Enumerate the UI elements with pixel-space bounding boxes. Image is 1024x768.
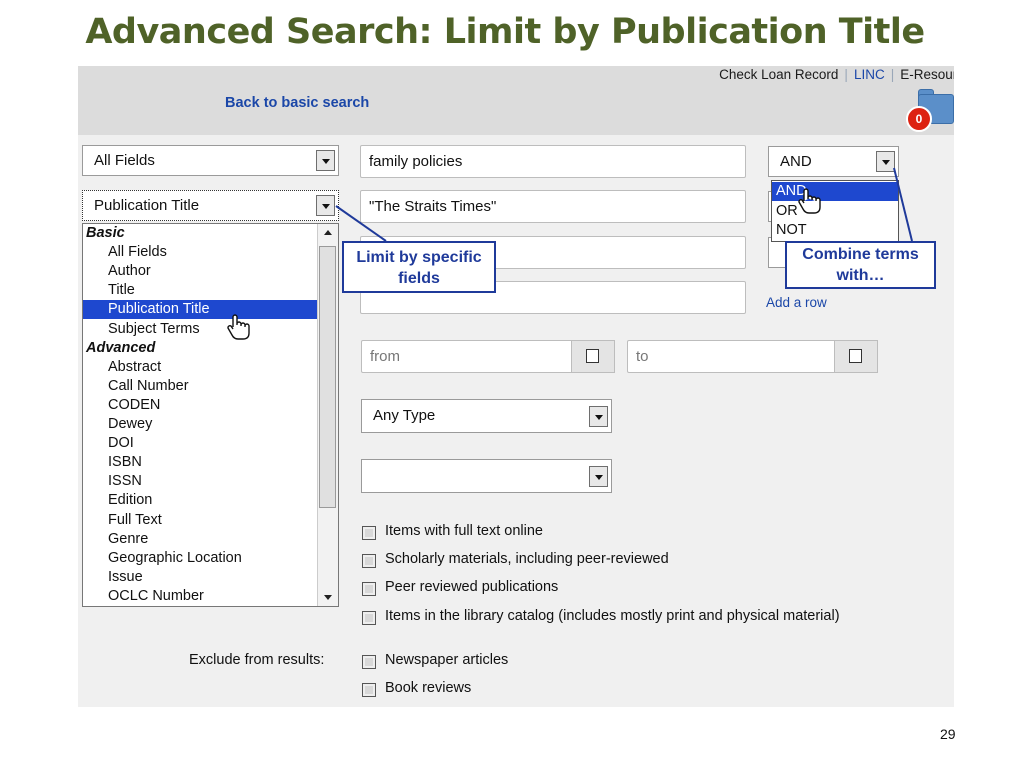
page-number: 29 (940, 726, 956, 742)
fields-connector-line (335, 205, 387, 242)
limit-fields-callout: Limit by specific fields (342, 241, 496, 293)
operators-connector-line (893, 167, 913, 242)
combine-terms-callout: Combine terms with… (785, 241, 936, 289)
hand-cursor-icon (798, 188, 821, 214)
callout-connectors (335, 167, 913, 242)
hand-cursor-icon (227, 314, 250, 340)
